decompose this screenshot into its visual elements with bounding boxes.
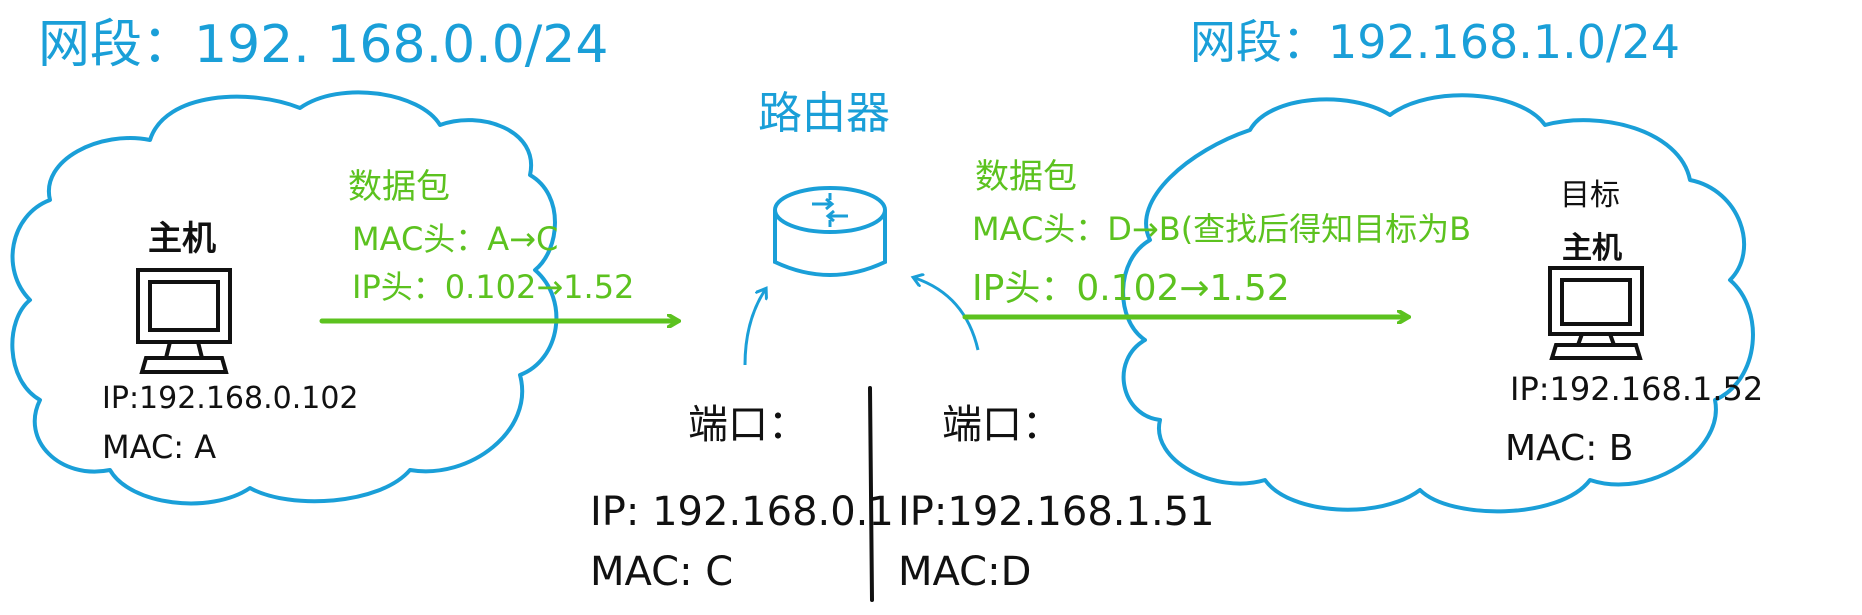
right-port-title: 端口： (942, 402, 1062, 448)
left-host-ip: IP:192.168.0.102 (102, 381, 359, 416)
right-packet-mac-header: MAC头：D→B(查找后得知目标为B (972, 210, 1471, 248)
left-port-pointer (743, 290, 765, 366)
right-host-label-line1: 目标 (1560, 178, 1620, 213)
right-host-ip: IP:192.168.1.52 (1510, 370, 1763, 408)
right-host-label-line2: 主机 (1562, 231, 1622, 266)
left-port-mac: MAC: C (590, 549, 733, 595)
left-host-mac: MAC: A (102, 428, 216, 466)
right-computer-icon (1548, 266, 1644, 360)
right-packet-title: 数据包 (975, 157, 1077, 197)
left-port-ip: IP: 192.168.0.1 (590, 489, 894, 535)
router-label: 路由器 (758, 88, 890, 139)
router-icon (773, 186, 887, 277)
right-port-ip: IP:192.168.1.51 (898, 489, 1215, 535)
right-port-mac: MAC:D (898, 549, 1031, 595)
network-diagram: 网段：192. 168.0.0/24 网段：192.168.1.0/24 路由器… (10, 15, 1763, 602)
left-packet-ip-header: IP头：0.102→1.52 (352, 268, 634, 306)
left-host-label: 主机 (148, 219, 216, 259)
right-host-mac: MAC: B (1505, 428, 1633, 469)
left-network-title: 网段：192. 168.0.0/24 (38, 15, 608, 75)
left-port-title: 端口： (688, 402, 808, 448)
right-network-title: 网段：192.168.1.0/24 (1190, 15, 1680, 69)
left-computer-icon (136, 268, 232, 374)
left-packet-mac-header: MAC头：A→C (352, 220, 558, 258)
left-packet-title: 数据包 (348, 167, 450, 207)
right-packet-ip-header: IP头：0.102→1.52 (972, 268, 1290, 309)
right-port-pointer (915, 278, 980, 351)
